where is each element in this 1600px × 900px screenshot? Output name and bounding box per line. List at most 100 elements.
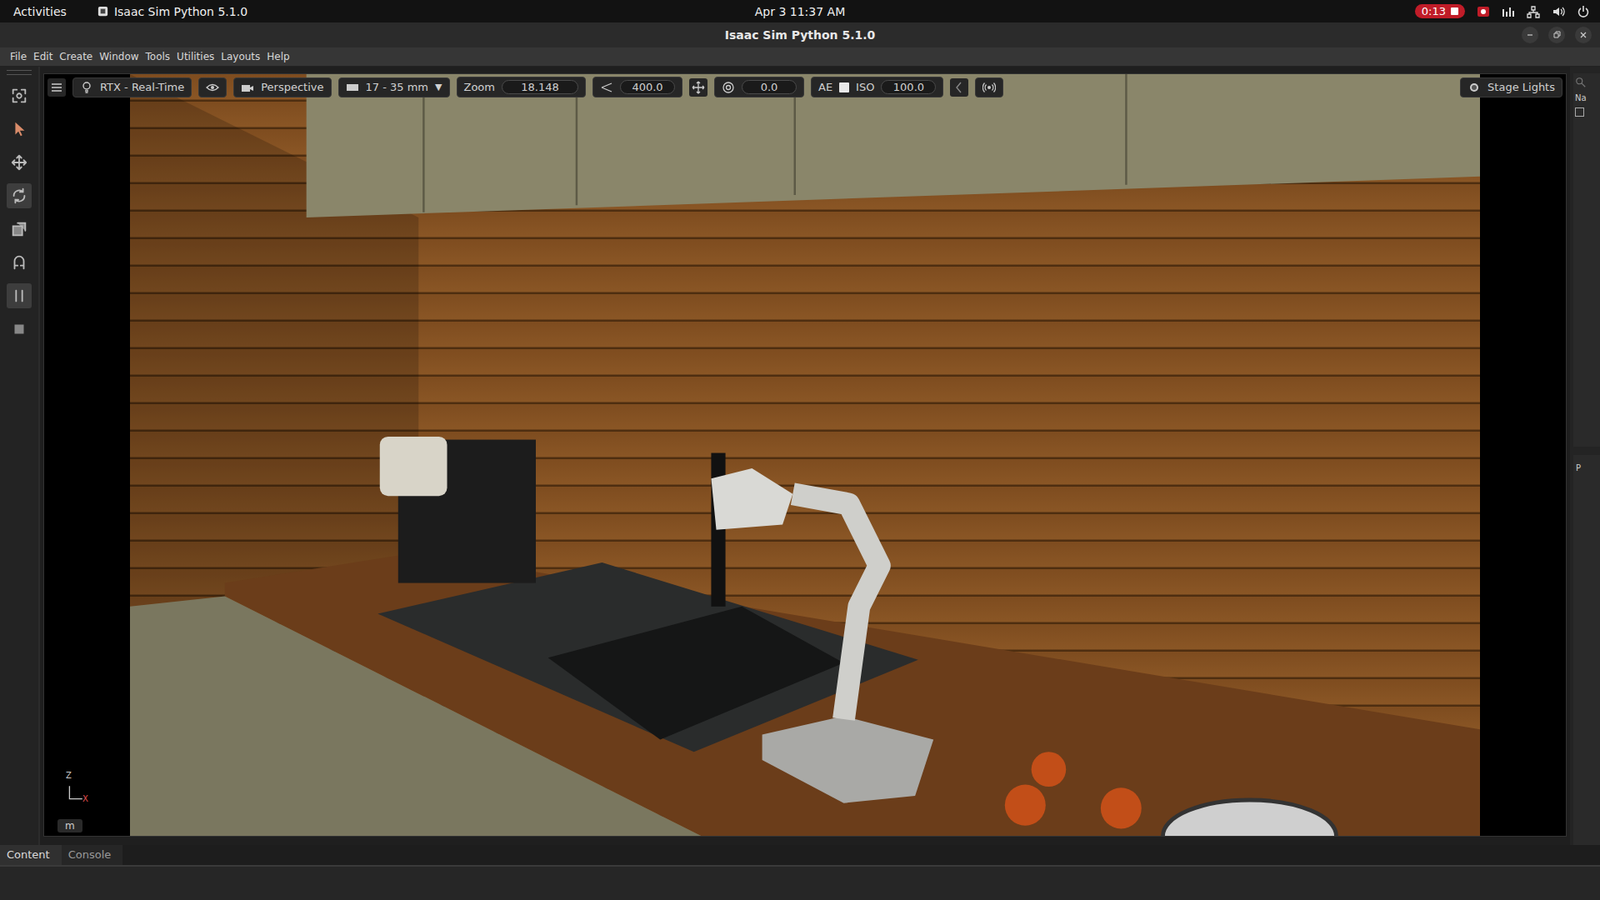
scene-picture — [130, 74, 1480, 836]
stop-icon — [1450, 7, 1459, 15]
tool-button[interactable] — [6, 116, 32, 142]
expand-toggle[interactable] — [1575, 107, 1585, 117]
move-icon — [691, 80, 705, 95]
broadcast-button[interactable] — [975, 77, 1004, 98]
exposure-field[interactable]: 0.0 — [741, 80, 797, 95]
robot-gripper — [710, 468, 793, 530]
property-tab[interactable]: P — [1575, 463, 1581, 473]
chevron-left-icon — [952, 80, 966, 95]
close-button[interactable] — [1575, 26, 1592, 44]
zoom-field[interactable]: 18.148 — [501, 80, 579, 95]
desktop: Activities Isaac Sim Python 5.1.0 Apr 3 11… — [0, 0, 1600, 900]
accessibility-icon[interactable] — [1501, 5, 1515, 19]
menu-item[interactable]: Layouts — [217, 50, 264, 63]
ae-checkbox[interactable] — [839, 82, 850, 93]
power-icon[interactable] — [1576, 5, 1590, 19]
units-button[interactable]: m — [57, 819, 83, 833]
tool-icon — [10, 86, 29, 105]
network-icon[interactable] — [1526, 5, 1540, 19]
orange — [1100, 787, 1142, 829]
renderer-dropdown[interactable]: RTX - Real-Time — [72, 77, 192, 98]
tool-icon — [10, 186, 29, 205]
viewport[interactable]: RTX - Real-Time Perspective 17 - 35 mm▼ Zoo… — [43, 73, 1567, 837]
activities-button[interactable]: Activities — [13, 5, 67, 19]
menu-item[interactable]: Help — [263, 50, 293, 63]
robot-base — [762, 715, 935, 803]
minimize-button[interactable] — [1521, 26, 1539, 44]
settings-button[interactable] — [47, 78, 66, 97]
clock[interactable]: Apr 3 11:37 AM — [755, 5, 845, 19]
tool-button[interactable] — [6, 183, 32, 209]
tool-button[interactable] — [6, 283, 32, 309]
bowl — [1162, 800, 1336, 836]
menu-item[interactable]: Utilities — [173, 50, 218, 63]
window-titlebar: Isaac Sim Python 5.1.0 — [0, 22, 1600, 48]
tool-icon — [10, 153, 29, 172]
tool-button[interactable] — [6, 150, 32, 175]
collapse-button[interactable] — [950, 78, 969, 97]
tool-button[interactable] — [6, 83, 32, 109]
bottom-tab[interactable]: Content — [0, 845, 62, 865]
volume-icon[interactable] — [1551, 5, 1565, 19]
content-panel — [0, 865, 1600, 900]
camera-dropdown[interactable]: Perspective — [233, 77, 331, 98]
tool-icon — [10, 320, 29, 339]
settings-icon — [50, 80, 64, 95]
minimize-icon — [1525, 30, 1535, 40]
menu-item[interactable]: Edit — [30, 50, 56, 63]
speed-icon — [600, 80, 614, 95]
speed-control[interactable]: 400.0 — [592, 76, 683, 98]
light-icon — [1467, 80, 1481, 95]
broadcast-icon — [982, 80, 996, 95]
restore-icon — [1552, 30, 1561, 40]
name-column-header[interactable]: Na — [1575, 93, 1599, 103]
rendered-scene[interactable] — [130, 74, 1480, 836]
film-icon — [345, 80, 360, 95]
tool-icon — [10, 253, 29, 272]
aperture-icon — [721, 80, 735, 95]
z-axis-label: Z — [65, 770, 72, 780]
robot-arm — [792, 494, 880, 720]
bottom-tab-bar: ContentConsole — [0, 845, 1600, 865]
exposure-control[interactable]: 0.0 — [714, 76, 805, 98]
window-title: Isaac Sim Python 5.1.0 — [725, 28, 876, 42]
tool-button[interactable] — [6, 316, 32, 342]
bottom-tab[interactable]: Console — [61, 845, 124, 865]
search-icon[interactable] — [1575, 76, 1587, 89]
x-axis-label: X — [82, 794, 89, 804]
iso-control[interactable]: AEISO100.0 — [810, 76, 944, 98]
orange — [1031, 751, 1067, 787]
eye-icon — [205, 80, 220, 95]
app-icon — [96, 5, 110, 18]
lightbulb-icon — [80, 80, 94, 95]
tool-bar — [0, 66, 40, 845]
toolbar-grip — [6, 70, 32, 75]
axis-icon — [65, 784, 85, 803]
tool-icon — [10, 286, 29, 305]
iso-field[interactable]: 100.0 — [880, 80, 936, 95]
menu-item[interactable]: Create — [55, 50, 96, 63]
restore-button[interactable] — [1548, 26, 1565, 44]
menu-item[interactable]: Window — [95, 50, 142, 63]
axis-gizmo: ZX — [64, 777, 93, 806]
app-menu[interactable]: Isaac Sim Python 5.1.0 — [96, 5, 248, 19]
close-icon — [1579, 30, 1588, 40]
recording-indicator[interactable]: 0:13 — [1415, 4, 1465, 19]
lens-dropdown[interactable]: 17 - 35 mm▼ — [338, 77, 450, 98]
navigation-button[interactable] — [689, 78, 708, 97]
speed-field[interactable]: 400.0 — [620, 80, 675, 95]
stage-panel: Na P — [1570, 66, 1600, 845]
menu-item[interactable]: File — [6, 50, 30, 63]
menu-bar: FileEditCreateWindowToolsUtilitiesLayout… — [0, 47, 1600, 67]
tool-icon — [10, 120, 29, 139]
tool-icon — [10, 220, 29, 239]
zoom-control[interactable]: Zoom18.148 — [456, 76, 586, 98]
menu-item[interactable]: Tools — [142, 50, 175, 63]
stage-lights-dropdown[interactable]: Stage Lights — [1460, 77, 1563, 98]
tool-button[interactable] — [6, 216, 32, 242]
tool-button[interactable] — [6, 250, 32, 275]
camera-icon — [240, 80, 255, 95]
display-options-button[interactable] — [198, 77, 227, 98]
screen-share-icon[interactable] — [1476, 5, 1490, 19]
workspace: RTX - Real-Time Perspective 17 - 35 mm▼ Zoo… — [0, 66, 1600, 845]
